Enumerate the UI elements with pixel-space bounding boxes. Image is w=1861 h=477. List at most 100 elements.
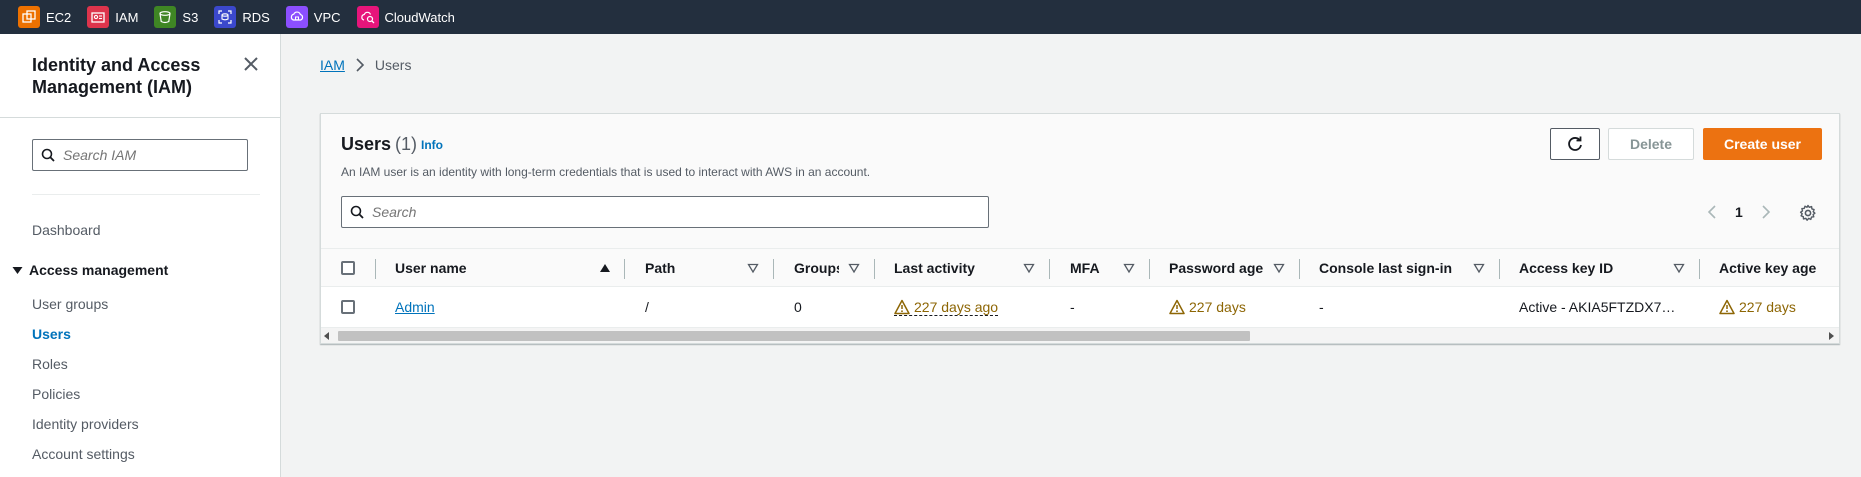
sidebar-divider xyxy=(0,117,280,118)
info-link[interactable]: Info xyxy=(421,138,443,152)
last-activity-text: 227 days ago xyxy=(914,298,999,315)
column-password-age[interactable]: Password age xyxy=(1169,249,1263,287)
sort-caret-icon[interactable] xyxy=(1123,262,1135,274)
column-divider xyxy=(1149,259,1150,279)
user-name-link[interactable]: Admin xyxy=(395,299,435,315)
panel-header: Users (1) Info An IAM user is an identity… xyxy=(321,114,1839,249)
search-icon xyxy=(41,148,55,162)
table-header: User name Path Groups Last activity MFA … xyxy=(321,249,1839,287)
gear-icon[interactable] xyxy=(1799,204,1817,222)
sort-caret-icon[interactable] xyxy=(1273,262,1285,274)
sort-caret-icon[interactable] xyxy=(848,262,860,274)
last-activity-value[interactable]: 227 days ago xyxy=(894,298,999,316)
page-number[interactable]: 1 xyxy=(1735,204,1743,220)
access-key-id-cell: Active - AKIA5FTZDX7… xyxy=(1519,299,1676,315)
select-all-checkbox[interactable] xyxy=(341,261,355,275)
service-cloudwatch[interactable]: CloudWatch xyxy=(356,6,455,28)
sidebar: Identity and Access Management (IAM) Das… xyxy=(0,34,281,477)
service-rds[interactable]: RDS xyxy=(214,6,270,28)
service-label: IAM xyxy=(115,9,139,25)
sidebar-item-roles[interactable]: Roles xyxy=(32,356,68,372)
path-cell: / xyxy=(645,299,649,315)
scroll-left-icon[interactable] xyxy=(323,332,331,340)
service-ec2[interactable]: EC2 xyxy=(18,6,71,28)
active-key-age-cell: 227 days xyxy=(1719,287,1796,327)
column-groups[interactable]: Groups xyxy=(794,249,839,287)
close-icon[interactable] xyxy=(241,54,261,74)
service-s3[interactable]: S3 xyxy=(154,6,198,28)
sidebar-item-user-groups[interactable]: User groups xyxy=(32,296,108,312)
refresh-button[interactable] xyxy=(1550,128,1600,160)
horizontal-scrollbar[interactable] xyxy=(321,327,1839,343)
sort-caret-icon[interactable] xyxy=(1673,262,1685,274)
column-divider xyxy=(1049,259,1050,279)
service-vpc[interactable]: VPC xyxy=(285,6,341,28)
create-user-button[interactable]: Create user xyxy=(1703,128,1822,160)
panel-description: An IAM user is an identity with long-ter… xyxy=(341,165,871,179)
sidebar-item-identity-providers[interactable]: Identity providers xyxy=(32,416,139,432)
service-label: CloudWatch xyxy=(384,9,455,25)
select-all-cell xyxy=(341,249,355,287)
sidebar-item-users[interactable]: Users xyxy=(32,326,71,342)
warning-icon xyxy=(1169,299,1185,315)
column-user-name[interactable]: User name xyxy=(395,249,467,287)
column-access-key-id[interactable]: Access key ID xyxy=(1519,249,1613,287)
users-panel: Users (1) Info An IAM user is an identity… xyxy=(320,113,1840,344)
scrollbar-thumb[interactable] xyxy=(338,331,1250,341)
sidebar-search[interactable] xyxy=(32,139,248,171)
column-divider xyxy=(1499,259,1500,279)
column-mfa[interactable]: MFA xyxy=(1070,249,1100,287)
iam-icon xyxy=(87,6,110,28)
column-divider xyxy=(874,259,875,279)
service-label: EC2 xyxy=(46,9,72,25)
users-search[interactable] xyxy=(341,196,989,228)
sort-caret-icon[interactable] xyxy=(1023,262,1035,274)
refresh-icon xyxy=(1568,136,1582,151)
groups-cell: 0 xyxy=(794,299,802,315)
column-last-activity[interactable]: Last activity xyxy=(894,249,975,287)
caret-down-icon xyxy=(12,266,23,274)
vpc-icon xyxy=(285,6,308,28)
password-age-cell: 227 days xyxy=(1169,287,1246,327)
scroll-right-icon[interactable] xyxy=(1827,332,1835,340)
sort-caret-icon[interactable] xyxy=(747,262,759,274)
service-label: VPC xyxy=(313,9,341,25)
row-checkbox[interactable] xyxy=(341,300,355,314)
user-name-cell: Admin xyxy=(395,287,435,327)
pagination: 1 xyxy=(1705,204,1773,220)
row-select-cell xyxy=(341,287,355,327)
top-service-bar: EC2 IAM S3 RDS VPC CloudWatch xyxy=(0,0,1861,34)
users-search-input[interactable] xyxy=(372,204,972,220)
sidebar-title: Identity and Access Management (IAM) xyxy=(32,55,201,97)
column-divider xyxy=(1699,259,1700,279)
sidebar-item-dashboard[interactable]: Dashboard xyxy=(32,222,101,238)
mfa-cell: - xyxy=(1070,299,1075,315)
column-active-key-age[interactable]: Active key age xyxy=(1719,249,1816,287)
sidebar-divider xyxy=(32,194,260,195)
password-age-value: 227 days xyxy=(1169,299,1246,315)
page-title: Users (1) xyxy=(341,134,417,155)
chevron-right-icon[interactable] xyxy=(1757,204,1773,220)
sort-ascending-icon[interactable] xyxy=(599,262,611,274)
search-icon xyxy=(350,205,364,219)
rds-icon xyxy=(214,6,237,28)
sidebar-section-access-management[interactable]: Access management xyxy=(12,262,168,278)
column-console-last-sign-in[interactable]: Console last sign-in xyxy=(1319,249,1452,287)
cloudwatch-icon xyxy=(356,6,379,28)
password-age-text: 227 days xyxy=(1189,299,1246,315)
chevron-right-icon xyxy=(356,58,365,72)
sort-caret-icon[interactable] xyxy=(1473,262,1485,274)
column-path[interactable]: Path xyxy=(645,249,675,287)
breadcrumb-current: Users xyxy=(374,57,412,73)
sidebar-item-account-settings[interactable]: Account settings xyxy=(32,446,135,462)
table-row: Admin / 0 227 days ago - 227 days - Acti… xyxy=(321,287,1839,327)
column-divider xyxy=(375,259,376,279)
service-iam[interactable]: IAM xyxy=(87,6,138,28)
delete-button[interactable]: Delete xyxy=(1608,128,1694,160)
breadcrumb-iam[interactable]: IAM xyxy=(320,57,345,73)
sidebar-item-policies[interactable]: Policies xyxy=(32,386,80,402)
console-last-sign-in-cell: - xyxy=(1319,299,1324,315)
column-divider xyxy=(1299,259,1300,279)
sidebar-search-input[interactable] xyxy=(63,147,233,163)
chevron-left-icon[interactable] xyxy=(1705,204,1721,220)
